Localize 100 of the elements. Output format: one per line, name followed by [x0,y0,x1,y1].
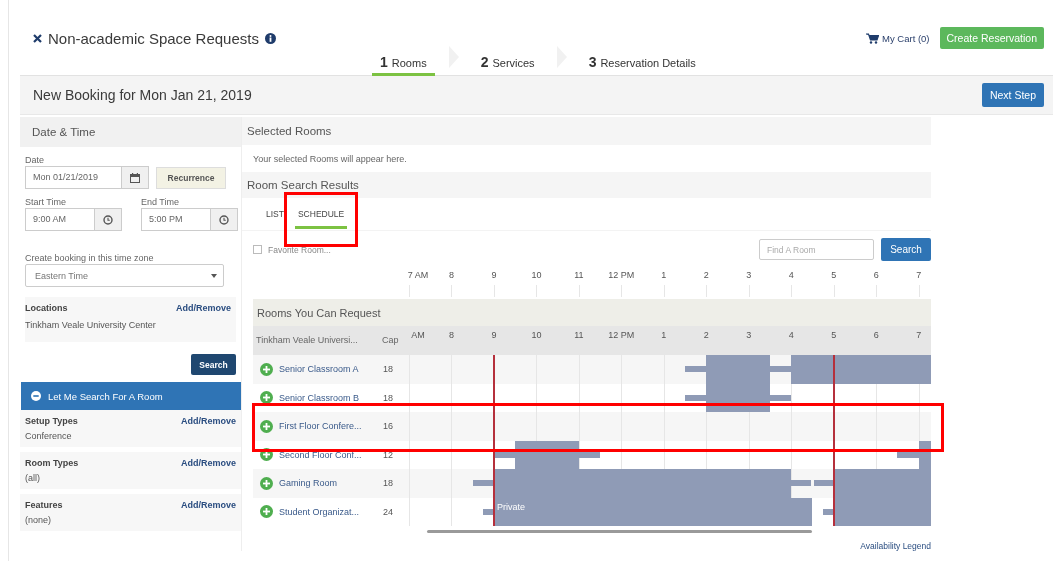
hour-label: 4 [788,330,794,340]
date-field[interactable]: Mon 01/21/2019 [25,166,122,189]
clock-button[interactable] [95,208,122,231]
location-value: Tinkham Veale University Center [25,320,157,330]
filter-label: Room Types [25,458,79,468]
filter-value: (all) [25,473,41,483]
setup-bar [685,394,707,401]
room-link[interactable]: First Floor Confere... [279,421,362,432]
add-icon[interactable] [260,362,273,376]
page-title: Non-academic Space Requests [48,29,259,47]
time-field[interactable]: 9:00 AM [25,208,95,231]
add-icon[interactable] [260,391,273,405]
search-button[interactable]: Search [191,354,236,375]
hour-label: 8 [448,330,454,340]
clock-icon [103,214,113,225]
capacity-cell: 16 [383,421,393,432]
hour-label: 5 [831,330,837,340]
add-icon[interactable] [260,476,273,490]
hour-label: 7 [916,330,922,340]
booking-title: New Booking for Mon Jan 21, 2019 [33,87,253,103]
booking-block [706,355,770,384]
room-link[interactable]: Senior Classroom A [279,364,359,375]
field-label: Start Time [25,197,67,207]
add-remove-link[interactable]: Add/Remove [181,416,236,426]
setup-bar [770,394,792,401]
filter-value: Conference [25,431,73,441]
filter-label: Features [25,500,63,510]
column-header: Tinkham Veale Universi... [255,334,359,347]
caret-icon [211,273,217,278]
hour-label: AM [411,330,425,340]
search-button[interactable]: Search [881,238,931,261]
column-header: Cap [381,334,400,347]
field-label: End Time [141,197,181,207]
timezone-select[interactable]: Eastern Time [25,264,224,287]
calendar-icon [130,172,140,183]
hour-label: 11 [574,270,584,280]
collapse-icon[interactable] [31,391,41,401]
add-remove-link[interactable]: Add/Remove [181,500,236,510]
info-icon[interactable] [264,32,276,44]
time-field[interactable]: 5:00 PM [141,208,211,231]
filter-label: Setup Types [25,416,78,426]
room-link[interactable]: Student Organizat... [279,506,360,517]
section-header: Date & Time [20,117,241,147]
setup-bar [823,508,834,515]
field-label: Date [25,155,45,165]
capacity-cell: 18 [383,392,393,403]
close-icon[interactable] [33,33,42,43]
clock-button[interactable] [211,208,238,231]
next-step-button[interactable]: Next Step [981,83,1044,107]
hour-label: 1 [661,330,667,340]
hour-label: 2 [703,270,709,280]
field-label: Create booking in this time zone [25,253,155,263]
group-header: Rooms You Can Request [253,299,931,326]
add-remove-link[interactable]: Add/Remove [181,458,236,468]
hour-label: 9 [491,330,497,340]
room-link[interactable]: Second Floor Conf... [279,449,362,460]
filter-value: (none) [25,515,52,525]
view-tab[interactable]: LIST [266,205,284,229]
hour-label: 3 [746,270,752,280]
setup-bar [897,451,919,458]
checkbox[interactable] [253,245,262,254]
hour-label: 3 [746,330,752,340]
hour-label: 4 [788,270,794,280]
room-link[interactable]: Gaming Room [279,478,338,489]
checkbox-label: Favorite Room... [268,244,331,255]
hour-label: 9 [491,270,497,280]
add-icon[interactable] [260,448,273,462]
scrollbar[interactable] [427,530,812,533]
add-icon[interactable] [260,505,273,519]
recurrence-button[interactable]: Recurrence [156,166,226,189]
setup-bar [472,480,494,486]
hour-label: 1 [661,270,667,280]
add-remove-link[interactable]: Add/Remove [176,303,231,313]
legend-link[interactable]: Availability Legend [860,541,931,551]
step-tab[interactable]: 3 Reservation Details [580,54,704,76]
capacity-cell: 18 [383,478,393,489]
find-room-field[interactable]: Find A Room [759,239,874,260]
step-tab[interactable]: 2 Services [472,54,543,76]
search-panel-header[interactable]: Let Me Search For A Room [21,382,241,410]
hour-label: 8 [448,270,454,280]
setup-bar [685,366,707,372]
hour-label: 7 AM [407,270,429,280]
room-link[interactable]: Senior Classroom B [279,392,360,403]
add-icon[interactable] [260,419,273,433]
capacity-cell: 12 [383,449,393,460]
cart-icon [866,32,880,44]
empty-message: Your selected Rooms will appear here. [252,153,408,166]
hour-label: 11 [574,330,584,340]
section-header: Selected Rooms [242,117,931,145]
hour-label: 6 [873,270,879,280]
clock-icon [219,214,229,225]
view-tab[interactable]: SCHEDULE [294,205,348,229]
hour-label: 2 [703,330,709,340]
hour-label: 5 [831,270,837,280]
setup-bar [493,451,516,458]
calendar-button[interactable] [122,166,149,189]
setup-bar [483,508,494,515]
cart-link[interactable]: My Cart (0) [866,32,930,44]
section-header: Room Search Results [242,172,931,198]
section-label: Locations [25,303,68,313]
